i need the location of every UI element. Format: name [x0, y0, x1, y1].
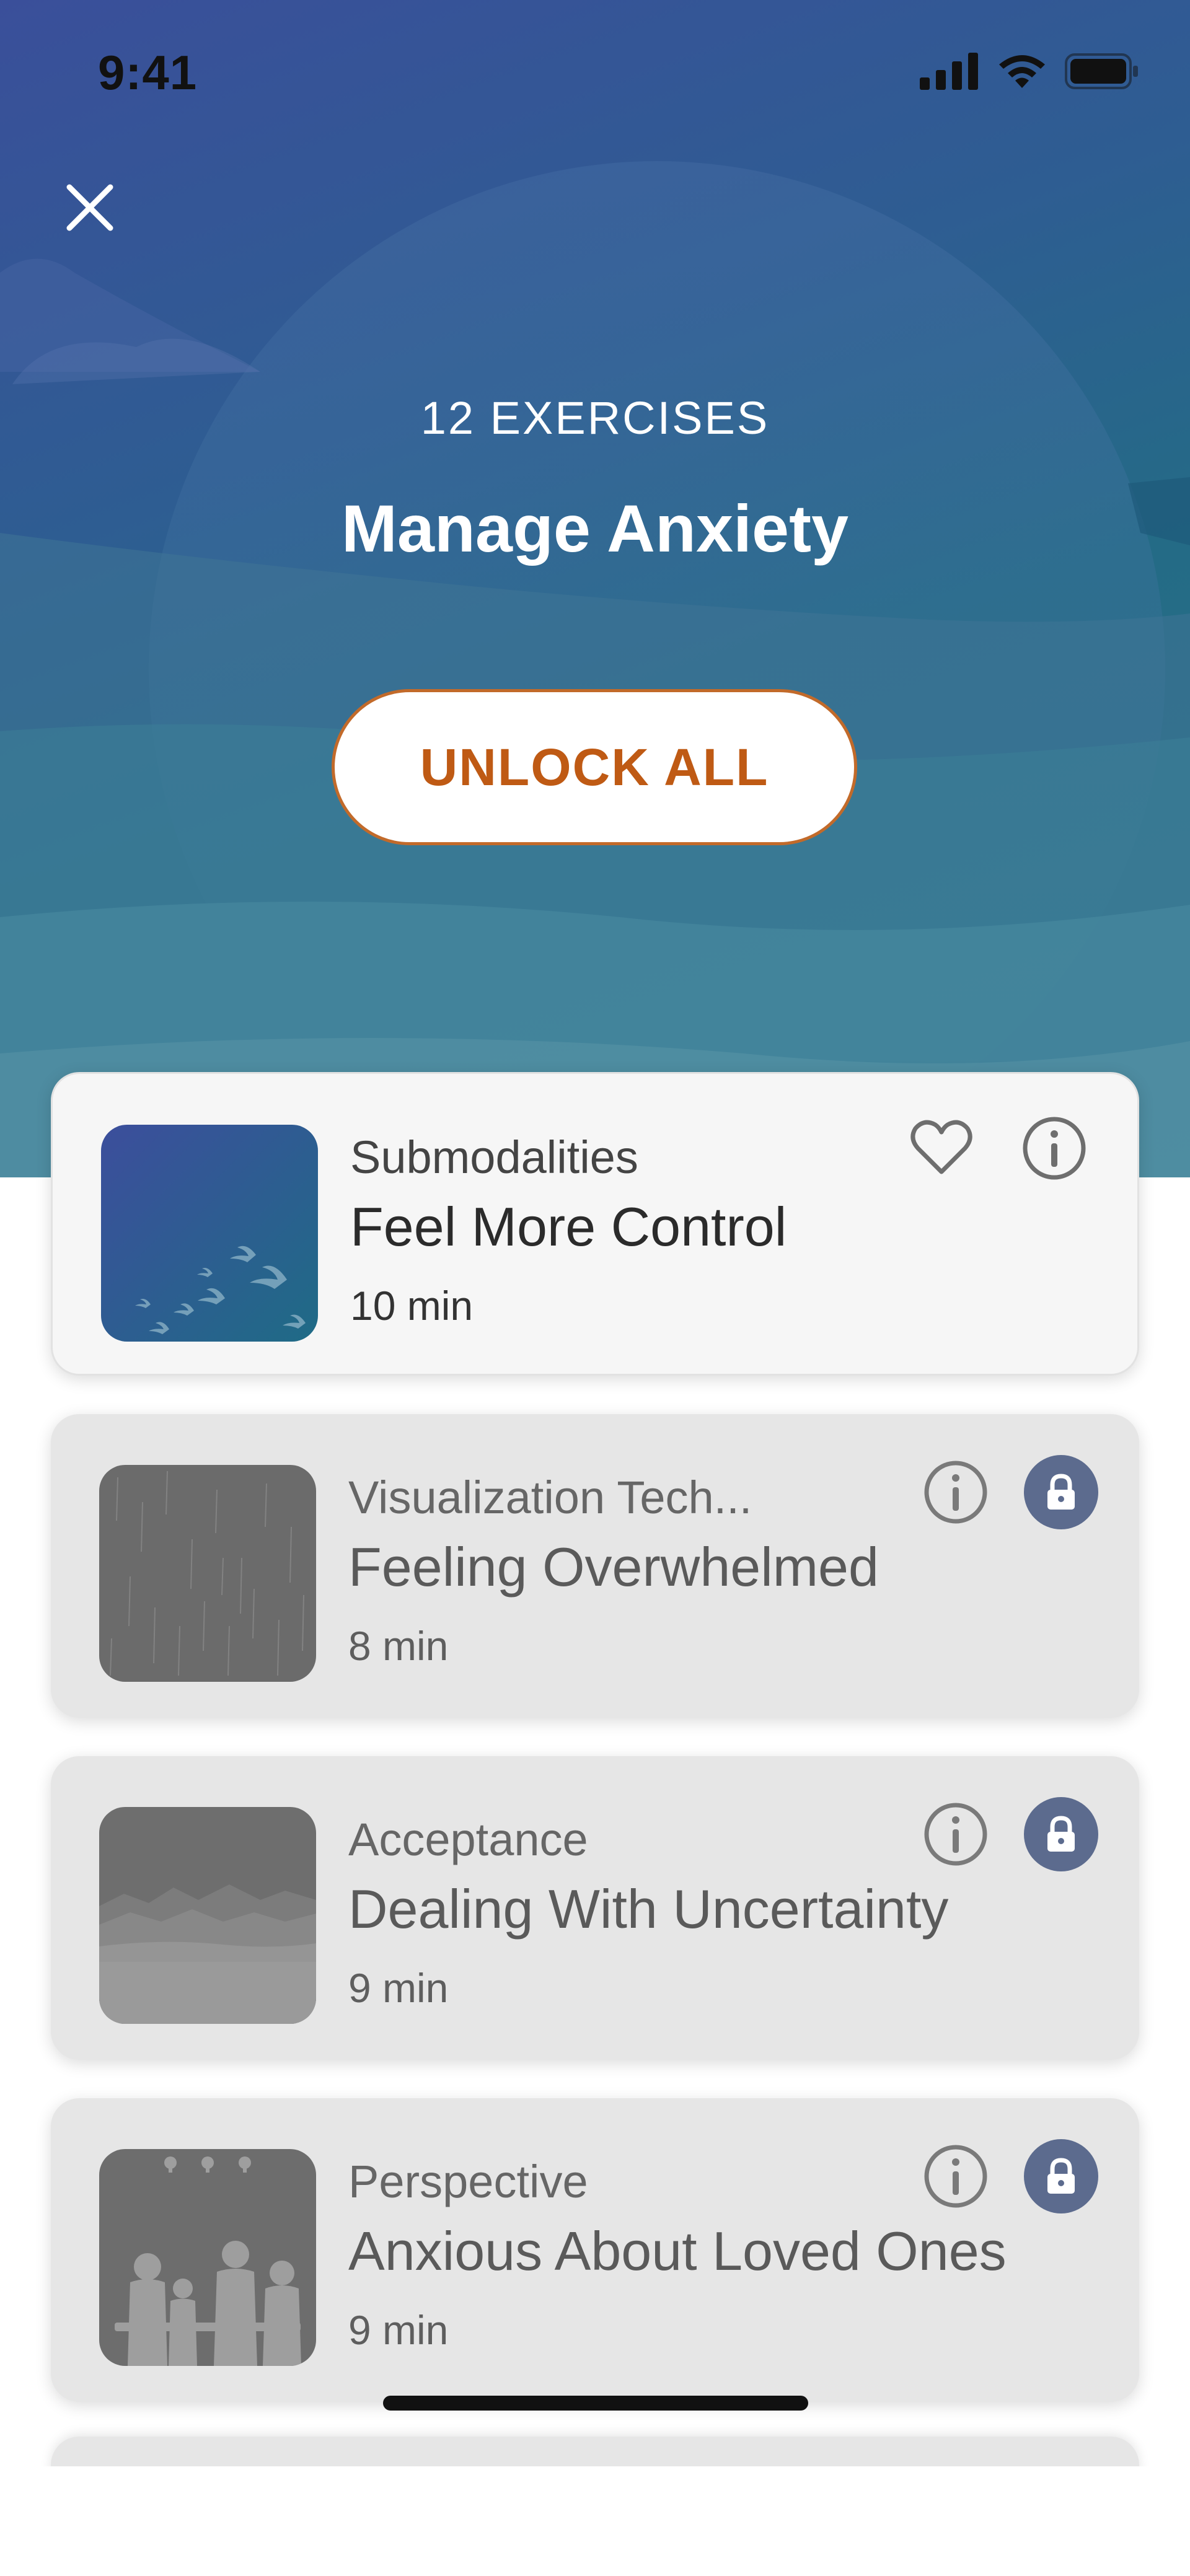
info-icon	[924, 1461, 987, 1524]
locked-badge	[1024, 2139, 1098, 2213]
status-bar: 9:41	[0, 0, 1190, 149]
info-button[interactable]	[1020, 1114, 1089, 1183]
lock-icon	[1047, 1474, 1075, 1510]
exercise-thumbnail-mountains	[99, 1807, 316, 2024]
exercise-category: Visualization Tech...	[348, 1472, 752, 1523]
lock-icon	[1047, 1816, 1075, 1852]
exercise-card[interactable]: Submodalities Feel More Control 10 min	[51, 1072, 1139, 1376]
exercise-card[interactable]: Visualization Tech... Feeling Overwhelme…	[51, 1414, 1139, 1718]
info-icon	[924, 2145, 987, 2208]
exercise-duration: 9 min	[348, 2307, 449, 2353]
exercise-thumbnail-family	[99, 2149, 316, 2366]
exercise-category: Submodalities	[350, 1132, 638, 1183]
page-title: Manage Anxiety	[341, 491, 849, 566]
exercise-title: Feeling Overwhelmed	[348, 1536, 879, 1598]
info-button[interactable]	[921, 2142, 990, 2211]
exercise-thumbnail-birds	[101, 1125, 318, 1342]
exercise-duration: 9 min	[348, 1965, 449, 2011]
exercise-title: Anxious About Loved Ones	[348, 2220, 1007, 2282]
close-icon	[66, 184, 113, 231]
exercise-duration: 10 min	[350, 1283, 474, 1329]
info-button[interactable]	[921, 1800, 990, 1869]
info-icon	[924, 1803, 987, 1866]
info-button[interactable]	[921, 1457, 990, 1527]
exercise-title: Dealing With Uncertainty	[348, 1878, 949, 1940]
cellular-signal-icon	[920, 53, 978, 90]
exercise-category: Acceptance	[348, 1814, 588, 1865]
exercise-card[interactable]: Acceptance Dealing With Uncertainty 9 mi…	[51, 1756, 1139, 2060]
exercise-duration: 8 min	[348, 1623, 449, 1669]
heart-icon	[910, 1120, 972, 1174]
exercise-card[interactable]: Perspective Anxious About Loved Ones 9 m…	[51, 2098, 1139, 2402]
exercise-category: Perspective	[348, 2156, 588, 2207]
locked-badge	[1024, 1455, 1098, 1529]
battery-icon	[1065, 53, 1138, 89]
unlock-all-button[interactable]: UNLOCK ALL	[332, 689, 857, 845]
status-time: 9:41	[98, 45, 198, 100]
favorite-button[interactable]	[907, 1114, 976, 1183]
bottom-safe-area	[0, 2466, 1190, 2576]
exercise-thumbnail-rain	[99, 1465, 316, 1682]
wifi-icon	[999, 55, 1045, 88]
home-indicator[interactable]	[383, 2396, 808, 2411]
exercise-title: Feel More Control	[350, 1196, 787, 1257]
hero-banner	[0, 0, 1190, 1177]
exercise-count-label: 12 EXERCISES	[420, 392, 770, 444]
lock-icon	[1047, 2158, 1075, 2194]
status-icons	[920, 52, 1139, 90]
locked-badge	[1024, 1797, 1098, 1871]
close-button[interactable]	[62, 180, 118, 235]
hero-landscape-illustration	[0, 161, 1190, 1177]
info-icon	[1023, 1117, 1086, 1180]
